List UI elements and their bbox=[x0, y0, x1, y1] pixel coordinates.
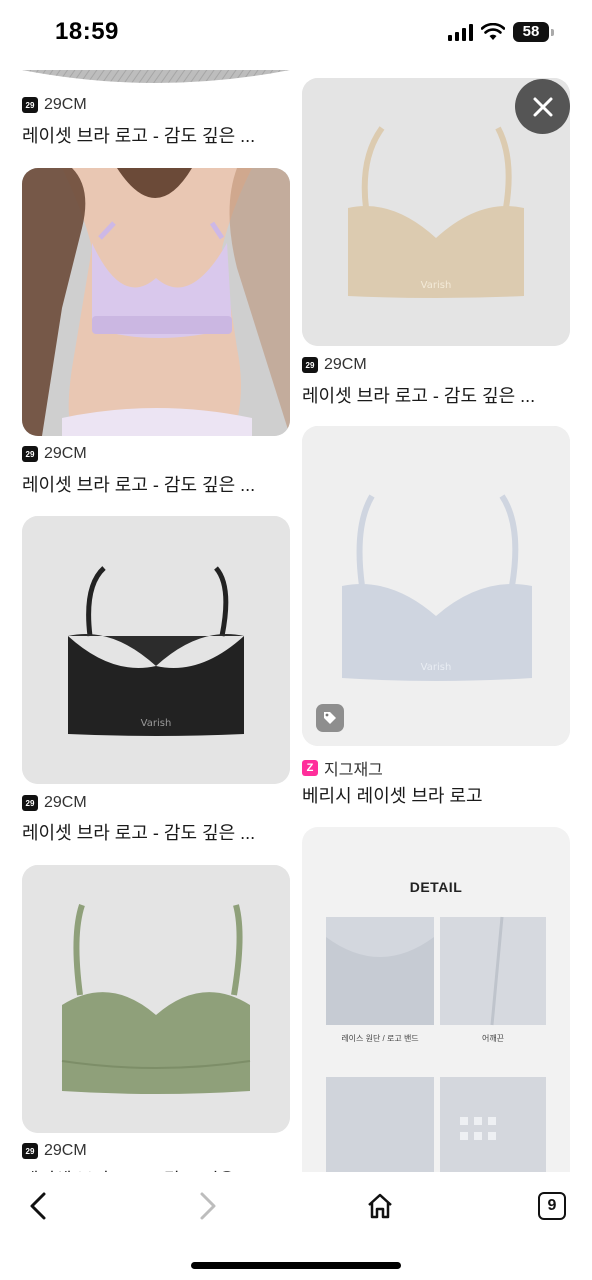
chevron-left-icon bbox=[30, 1192, 46, 1220]
tabs-button[interactable]: 9 bbox=[530, 1184, 574, 1228]
chevron-right-icon bbox=[200, 1192, 216, 1220]
brand-logo: Varish bbox=[421, 280, 452, 291]
battery-icon: 58 bbox=[513, 22, 549, 42]
source-name: 29CM bbox=[44, 96, 87, 113]
product-image-model[interactable] bbox=[22, 168, 290, 436]
product-title[interactable]: 레이셋 브라 로고 - 감도 깊은 ... bbox=[22, 471, 255, 497]
product-source: Z 지그재그 bbox=[302, 756, 383, 780]
detail-photos bbox=[326, 916, 546, 1187]
29cm-logo-icon: 29 bbox=[22, 97, 38, 113]
tab-count-badge: 9 bbox=[538, 1192, 566, 1220]
model-lavender-bra-illustration bbox=[22, 168, 290, 436]
product-image-detail[interactable]: DETAIL 레이스 원단 / 로고 밴드 어깨끈 bbox=[302, 827, 570, 1187]
source-name: 29CM bbox=[44, 1142, 87, 1159]
close-button[interactable] bbox=[515, 79, 570, 134]
source-name: 29CM bbox=[44, 794, 87, 811]
product-title[interactable]: 레이셋 브라 로고 - 감도 깊은 ... bbox=[22, 122, 255, 148]
close-icon bbox=[533, 97, 552, 116]
29cm-logo-icon: 29 bbox=[22, 1143, 38, 1159]
product-image-olive-bra[interactable] bbox=[22, 865, 290, 1133]
home-indicator bbox=[191, 1262, 401, 1269]
product-source: 29 29CM bbox=[22, 445, 87, 463]
product-title[interactable]: 베리시 레이셋 브라 로고 bbox=[302, 782, 483, 808]
olive-bra-illustration bbox=[22, 865, 290, 1133]
price-tag-icon[interactable] bbox=[316, 704, 344, 732]
status-bar: 18:59 58 bbox=[0, 0, 592, 70]
source-name: 29CM bbox=[44, 445, 87, 462]
product-image-black-bra[interactable]: Varish bbox=[22, 516, 290, 784]
detail-caption: 어깨끈 bbox=[481, 1034, 505, 1043]
29cm-logo-icon: 29 bbox=[302, 357, 318, 373]
status-time: 18:59 bbox=[55, 18, 119, 45]
detail-caption: 레이스 원단 / 로고 밴드 bbox=[341, 1034, 419, 1043]
product-title[interactable]: 레이셋 브라 로고 - 감도 깊은 ... bbox=[22, 819, 255, 845]
source-name: 지그재그 bbox=[324, 762, 383, 779]
product-source: 29 29CM bbox=[22, 794, 87, 812]
home-button[interactable] bbox=[358, 1184, 402, 1228]
back-button[interactable] bbox=[16, 1184, 60, 1228]
zigzag-logo-icon: Z bbox=[302, 760, 318, 776]
source-name: 29CM bbox=[324, 356, 367, 373]
black-bra-illustration: Varish bbox=[22, 516, 290, 784]
product-source: 29 29CM bbox=[302, 356, 367, 374]
brand-logo: Varish bbox=[421, 662, 452, 673]
cellular-signal-icon bbox=[448, 23, 473, 41]
product-source: 29 29CM bbox=[22, 1142, 87, 1160]
status-icons: 58 bbox=[448, 22, 554, 42]
29cm-logo-icon: 29 bbox=[22, 446, 38, 462]
forward-button[interactable] bbox=[186, 1184, 230, 1228]
29cm-logo-icon: 29 bbox=[22, 795, 38, 811]
wifi-icon bbox=[481, 23, 505, 40]
brand-logo: Varish bbox=[141, 718, 172, 729]
product-image-light-blue-bra[interactable]: Varish bbox=[302, 426, 570, 746]
product-source: 29 29CM bbox=[22, 96, 87, 114]
battery-tip bbox=[551, 28, 554, 36]
light-blue-bra-illustration: Varish bbox=[302, 426, 570, 746]
home-icon bbox=[368, 1193, 392, 1219]
product-title[interactable]: 레이셋 브라 로고 - 감도 깊은 ... bbox=[302, 382, 535, 408]
